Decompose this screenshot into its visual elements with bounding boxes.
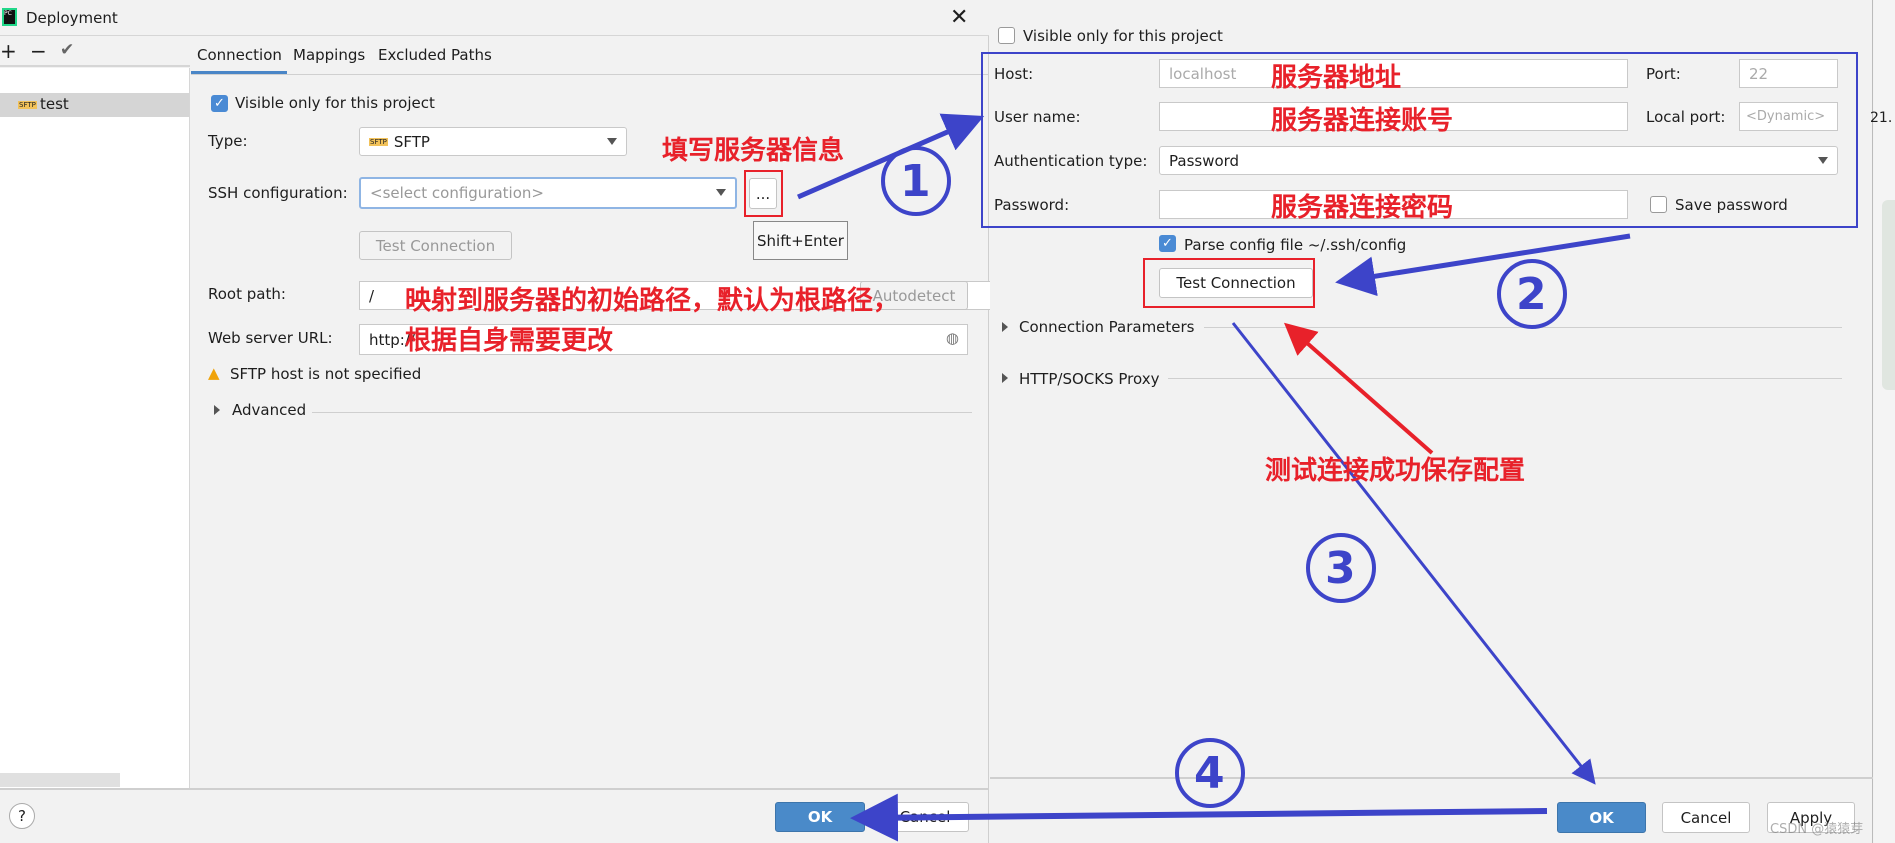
annotation-root-note-2: 根据自身需要更改 <box>405 326 614 356</box>
annotation-fill-info: 填写服务器信息 <box>662 136 845 166</box>
annotation-host: 服务器地址 <box>1271 63 1402 93</box>
arrow-step3 <box>1231 322 1596 785</box>
annotation-arrows <box>797 113 1631 842</box>
step1-digit: 1 <box>900 156 931 207</box>
annotation-password: 服务器连接密码 <box>1271 193 1454 223</box>
arrow-step4 <box>850 793 1548 842</box>
arrow-test-note <box>1283 322 1434 455</box>
step3-digit: 3 <box>1325 543 1356 594</box>
watermark: CSDN @猿猿芽 <box>1770 822 1864 837</box>
annotation-root-note-1: 映射到服务器的初始路径，默认为根路径， <box>405 286 900 316</box>
arrow-step2 <box>1335 233 1631 297</box>
step2-digit: 2 <box>1516 269 1547 320</box>
annotation-username: 服务器连接账号 <box>1271 106 1454 136</box>
annotation-test-save: 测试连接成功保存配置 <box>1265 456 1526 486</box>
step4-digit: 4 <box>1194 748 1225 799</box>
